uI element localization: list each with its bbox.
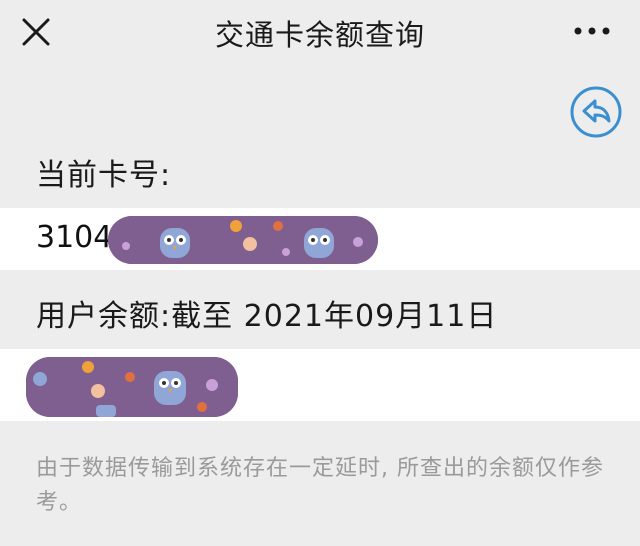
balance-row: [0, 349, 640, 421]
balance-label: 用户余额:截至 2021年09月11日: [36, 299, 498, 334]
back-arrow-icon: [570, 86, 622, 138]
delay-notice: 由于数据传输到系统存在一定延时, 所查出的余额仅作参考。: [36, 456, 604, 515]
owl-sticker-pattern: [108, 216, 378, 264]
page-title: 交通卡余额查询: [214, 18, 425, 52]
card-number-value: 3104: [36, 220, 113, 255]
card-number-row: 3104: [0, 208, 640, 270]
owl-sticker-pattern: [26, 357, 238, 417]
more-button[interactable]: [570, 22, 614, 40]
top-bar: 交通卡余额查询: [0, 0, 640, 72]
redaction-sticker: [26, 357, 238, 417]
more-dots-icon: [574, 27, 610, 35]
card-number-label: 当前卡号:: [36, 158, 172, 193]
back-button[interactable]: [568, 84, 624, 140]
redaction-sticker: [108, 216, 378, 264]
